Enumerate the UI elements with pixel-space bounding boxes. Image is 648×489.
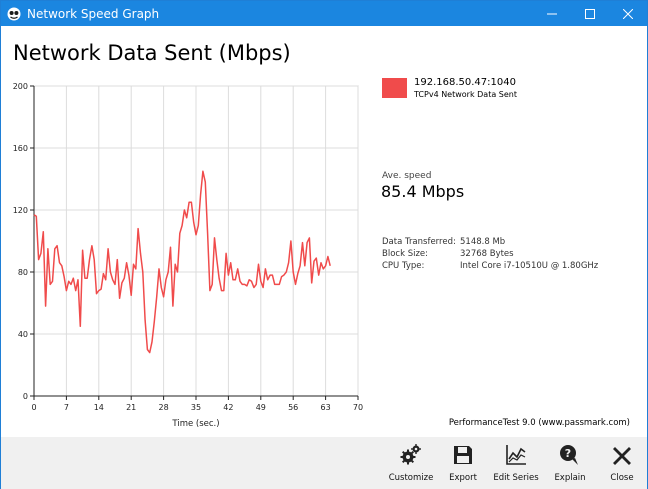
x-tick-label: 42 xyxy=(223,403,233,412)
average-speed-label: Ave. speed xyxy=(382,171,432,181)
minimize-button[interactable] xyxy=(533,1,571,26)
close-button[interactable]: Close xyxy=(594,437,648,489)
export-label: Export xyxy=(449,473,477,483)
network-speed-chart: 0 40 80 120 160 200 0 7 14 21 28 35 42 49 56 63 70 Time (… xyxy=(13,82,363,429)
line-chart-icon xyxy=(504,443,528,467)
close-label: Close xyxy=(610,473,634,483)
explain-button[interactable]: ? Explain xyxy=(542,437,598,489)
stat-row: Block Size: 32768 Bytes xyxy=(382,248,598,260)
x-tick-label: 7 xyxy=(64,403,69,412)
x-tick-label: 49 xyxy=(256,403,266,412)
x-tick-label: 35 xyxy=(191,403,201,412)
x-tick-label: 28 xyxy=(159,403,169,412)
x-axis-label: Time (sec.) xyxy=(171,419,219,429)
y-tick-label: 40 xyxy=(18,330,28,339)
x-tick-label: 70 xyxy=(353,403,363,412)
version-note: PerformanceTest 9.0 (www.passmark.com) xyxy=(448,418,630,428)
close-x-icon xyxy=(610,443,634,467)
x-tick-label: 56 xyxy=(288,403,298,412)
stat-key: Block Size: xyxy=(382,249,429,259)
close-window-button[interactable] xyxy=(609,1,647,26)
stat-key: Data Transferred: xyxy=(382,237,456,247)
legend-series-name: 192.168.50.47:1040 xyxy=(414,77,516,88)
bottom-toolbar: Customize Export Edit Series ? Explain C… xyxy=(1,437,647,489)
customize-button[interactable]: Customize xyxy=(383,437,439,489)
save-icon xyxy=(451,443,475,467)
stat-value: 32768 Bytes xyxy=(460,249,514,259)
legend-color-swatch xyxy=(382,78,407,98)
export-button[interactable]: Export xyxy=(435,437,491,489)
title-bar[interactable]: Network Speed Graph xyxy=(1,1,647,26)
window-title: Network Speed Graph xyxy=(27,6,160,21)
stat-value: Intel Core i7-10510U @ 1.80GHz xyxy=(460,261,599,271)
edit-series-button[interactable]: Edit Series xyxy=(488,437,544,489)
page-title: Network Data Sent (Mbps) xyxy=(13,41,291,65)
app-window: Network Speed Graph Network Data Sent (M… xyxy=(0,0,648,489)
legend-series-description: TCPv4 Network Data Sent xyxy=(414,90,517,99)
maximize-icon xyxy=(585,8,595,19)
maximize-button[interactable] xyxy=(571,1,609,26)
stat-row: Data Transferred: 5148.8 Mb xyxy=(382,236,598,248)
x-tick-label: 0 xyxy=(31,403,36,412)
y-tick-label: 0 xyxy=(23,392,28,401)
edit-series-label: Edit Series xyxy=(493,473,539,483)
x-tick-label: 14 xyxy=(94,403,104,412)
close-icon xyxy=(623,8,633,19)
app-logo-icon xyxy=(7,7,21,21)
x-tick-label: 63 xyxy=(321,403,331,412)
y-tick-label: 200 xyxy=(13,82,28,91)
y-tick-label: 80 xyxy=(18,268,28,277)
y-tick-label: 120 xyxy=(13,206,28,215)
explain-label: Explain xyxy=(554,473,586,483)
stat-row: CPU Type: Intel Core i7-10510U @ 1.80GHz xyxy=(382,260,598,272)
minimize-icon xyxy=(547,13,557,14)
gears-icon xyxy=(399,443,423,467)
help-icon: ? xyxy=(558,443,582,467)
svg-text:?: ? xyxy=(565,447,571,460)
stat-key: CPU Type: xyxy=(382,261,425,271)
window-controls xyxy=(533,1,647,26)
average-speed-value: 85.4 Mbps xyxy=(381,182,465,201)
x-tick-label: 21 xyxy=(126,403,136,412)
y-tick-label: 160 xyxy=(13,144,28,153)
stats-panel: Data Transferred: 5148.8 Mb Block Size: … xyxy=(382,236,598,272)
customize-label: Customize xyxy=(388,473,434,483)
stat-value: 5148.8 Mb xyxy=(460,237,506,247)
